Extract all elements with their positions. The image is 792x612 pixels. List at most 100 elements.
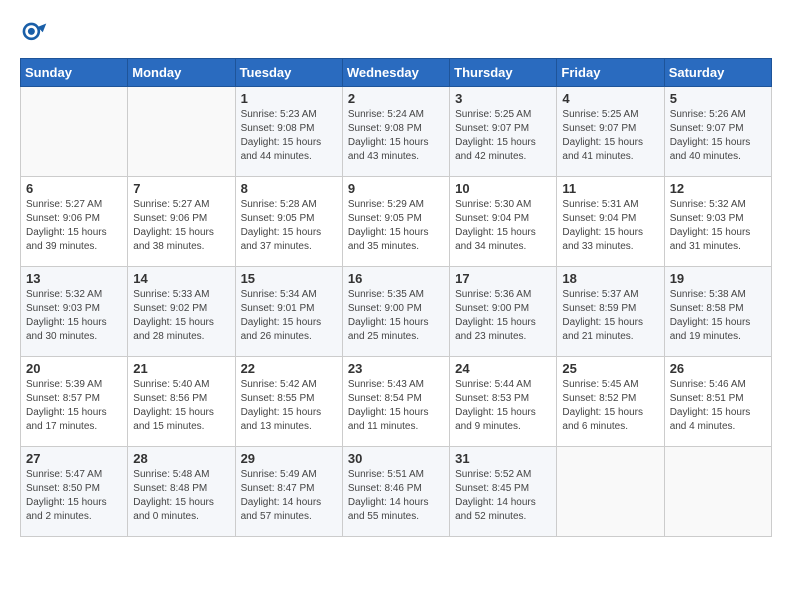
day-number: 11 <box>562 181 658 196</box>
calendar-cell: 26Sunrise: 5:46 AMSunset: 8:51 PMDayligh… <box>664 357 771 447</box>
day-number: 20 <box>26 361 122 376</box>
calendar-cell: 31Sunrise: 5:52 AMSunset: 8:45 PMDayligh… <box>450 447 557 537</box>
day-number: 13 <box>26 271 122 286</box>
day-detail: Sunrise: 5:36 AMSunset: 9:00 PMDaylight:… <box>455 288 551 344</box>
day-number: 3 <box>455 91 551 106</box>
day-detail: Sunrise: 5:25 AMSunset: 9:07 PMDaylight:… <box>455 108 551 164</box>
day-detail: Sunrise: 5:40 AMSunset: 8:56 PMDaylight:… <box>133 378 229 434</box>
calendar-cell: 30 Sunrise: 5:51 AMSunset: 8:46 PMDayligh… <box>342 447 449 537</box>
day-number: 7 <box>133 181 229 196</box>
calendar-cell: 17 Sunrise: 5:36 AMSunset: 9:00 PMDayligh… <box>450 267 557 357</box>
day-detail: Sunrise: 5:33 AMSunset: 9:02 PMDaylight:… <box>133 288 229 344</box>
day-detail: Sunrise: 5:35 AMSunset: 9:00 PMDaylight:… <box>348 288 444 344</box>
day-number: 2 <box>348 91 444 106</box>
day-detail: Sunrise: 5:31 AMSunset: 9:04 PMDaylight:… <box>562 198 658 254</box>
day-detail: Sunrise: 5:27 AMSunset: 9:06 PMDaylight:… <box>133 198 229 254</box>
calendar-cell: 20 Sunrise: 5:39 AMSunset: 8:57 PMDayligh… <box>21 357 128 447</box>
weekday-header-sunday: Sunday <box>21 59 128 87</box>
day-number: 21 <box>133 361 229 376</box>
day-number: 28 <box>133 451 229 466</box>
weekday-header-wednesday: Wednesday <box>342 59 449 87</box>
week-row-2: 6 Sunrise: 5:27 AMSunset: 9:06 PMDaylight… <box>21 177 772 267</box>
day-detail: Sunrise: 5:30 AMSunset: 9:04 PMDaylight:… <box>455 198 551 254</box>
calendar-cell: 10 Sunrise: 5:30 AMSunset: 9:04 PMDayligh… <box>450 177 557 267</box>
day-detail: Sunrise: 5:39 AMSunset: 8:57 PMDaylight:… <box>26 378 122 434</box>
calendar-cell <box>664 447 771 537</box>
weekday-header-friday: Friday <box>557 59 664 87</box>
day-number: 5 <box>670 91 766 106</box>
day-detail: Sunrise: 5:37 AMSunset: 8:59 PMDaylight:… <box>562 288 658 344</box>
day-detail: Sunrise: 5:44 AMSunset: 8:53 PMDaylight:… <box>455 378 551 434</box>
calendar-cell: 19Sunrise: 5:38 AMSunset: 8:58 PMDayligh… <box>664 267 771 357</box>
calendar-cell: 25Sunrise: 5:45 AMSunset: 8:52 PMDayligh… <box>557 357 664 447</box>
day-number: 22 <box>241 361 337 376</box>
calendar: SundayMondayTuesdayWednesdayThursdayFrid… <box>20 58 772 537</box>
calendar-cell: 11 Sunrise: 5:31 AMSunset: 9:04 PMDayligh… <box>557 177 664 267</box>
day-detail: Sunrise: 5:51 AMSunset: 8:46 PMDaylight:… <box>348 468 444 524</box>
calendar-cell: 2Sunrise: 5:24 AMSunset: 9:08 PMDaylight… <box>342 87 449 177</box>
week-row-4: 20 Sunrise: 5:39 AMSunset: 8:57 PMDayligh… <box>21 357 772 447</box>
weekday-header-monday: Monday <box>128 59 235 87</box>
calendar-cell: 12 Sunrise: 5:32 AMSunset: 9:03 PMDayligh… <box>664 177 771 267</box>
day-detail: Sunrise: 5:29 AMSunset: 9:05 PMDaylight:… <box>348 198 444 254</box>
day-number: 17 <box>455 271 551 286</box>
calendar-cell: 27 Sunrise: 5:47 AMSunset: 8:50 PMDayligh… <box>21 447 128 537</box>
day-detail: Sunrise: 5:34 AMSunset: 9:01 PMDaylight:… <box>241 288 337 344</box>
day-number: 1 <box>241 91 337 106</box>
day-number: 25 <box>562 361 658 376</box>
calendar-cell: 8 Sunrise: 5:28 AMSunset: 9:05 PMDaylight… <box>235 177 342 267</box>
calendar-cell <box>21 87 128 177</box>
calendar-cell: 7 Sunrise: 5:27 AMSunset: 9:06 PMDaylight… <box>128 177 235 267</box>
day-detail: Sunrise: 5:26 AMSunset: 9:07 PMDaylight:… <box>670 108 766 164</box>
day-number: 30 <box>348 451 444 466</box>
calendar-cell: 14Sunrise: 5:33 AMSunset: 9:02 PMDayligh… <box>128 267 235 357</box>
calendar-cell: 24 Sunrise: 5:44 AMSunset: 8:53 PMDayligh… <box>450 357 557 447</box>
calendar-cell: 16 Sunrise: 5:35 AMSunset: 9:00 PMDayligh… <box>342 267 449 357</box>
day-number: 29 <box>241 451 337 466</box>
day-detail: Sunrise: 5:49 AMSunset: 8:47 PMDaylight:… <box>241 468 337 524</box>
day-detail: Sunrise: 5:28 AMSunset: 9:05 PMDaylight:… <box>241 198 337 254</box>
calendar-cell: 29 Sunrise: 5:49 AMSunset: 8:47 PMDayligh… <box>235 447 342 537</box>
day-detail: Sunrise: 5:42 AMSunset: 8:55 PMDaylight:… <box>241 378 337 434</box>
day-number: 24 <box>455 361 551 376</box>
day-number: 12 <box>670 181 766 196</box>
calendar-cell: 18 Sunrise: 5:37 AMSunset: 8:59 PMDayligh… <box>557 267 664 357</box>
calendar-cell: 4Sunrise: 5:25 AMSunset: 9:07 PMDaylight… <box>557 87 664 177</box>
logo <box>20 20 52 48</box>
day-number: 6 <box>26 181 122 196</box>
calendar-cell: 6 Sunrise: 5:27 AMSunset: 9:06 PMDaylight… <box>21 177 128 267</box>
header <box>20 20 772 48</box>
calendar-cell: 22 Sunrise: 5:42 AMSunset: 8:55 PMDayligh… <box>235 357 342 447</box>
day-number: 10 <box>455 181 551 196</box>
day-number: 31 <box>455 451 551 466</box>
day-detail: Sunrise: 5:32 AMSunset: 9:03 PMDaylight:… <box>670 198 766 254</box>
day-detail: Sunrise: 5:27 AMSunset: 9:06 PMDaylight:… <box>26 198 122 254</box>
day-number: 27 <box>26 451 122 466</box>
day-detail: Sunrise: 5:48 AMSunset: 8:48 PMDaylight:… <box>133 468 229 524</box>
day-number: 9 <box>348 181 444 196</box>
calendar-cell: 3 Sunrise: 5:25 AMSunset: 9:07 PMDaylight… <box>450 87 557 177</box>
calendar-cell <box>557 447 664 537</box>
calendar-cell <box>128 87 235 177</box>
day-detail: Sunrise: 5:43 AMSunset: 8:54 PMDaylight:… <box>348 378 444 434</box>
weekday-header-thursday: Thursday <box>450 59 557 87</box>
calendar-cell: 15Sunrise: 5:34 AMSunset: 9:01 PMDayligh… <box>235 267 342 357</box>
day-detail: Sunrise: 5:46 AMSunset: 8:51 PMDaylight:… <box>670 378 766 434</box>
day-detail: Sunrise: 5:23 AMSunset: 9:08 PMDaylight:… <box>241 108 337 164</box>
calendar-cell: 23 Sunrise: 5:43 AMSunset: 8:54 PMDayligh… <box>342 357 449 447</box>
weekday-header-saturday: Saturday <box>664 59 771 87</box>
day-detail: Sunrise: 5:32 AMSunset: 9:03 PMDaylight:… <box>26 288 122 344</box>
calendar-cell: 21 Sunrise: 5:40 AMSunset: 8:56 PMDayligh… <box>128 357 235 447</box>
day-number: 4 <box>562 91 658 106</box>
day-number: 8 <box>241 181 337 196</box>
day-number: 18 <box>562 271 658 286</box>
week-row-1: 1 Sunrise: 5:23 AMSunset: 9:08 PMDaylight… <box>21 87 772 177</box>
calendar-cell: 13 Sunrise: 5:32 AMSunset: 9:03 PMDayligh… <box>21 267 128 357</box>
calendar-cell: 1 Sunrise: 5:23 AMSunset: 9:08 PMDaylight… <box>235 87 342 177</box>
day-number: 23 <box>348 361 444 376</box>
week-row-5: 27 Sunrise: 5:47 AMSunset: 8:50 PMDayligh… <box>21 447 772 537</box>
week-row-3: 13 Sunrise: 5:32 AMSunset: 9:03 PMDayligh… <box>21 267 772 357</box>
weekday-header-tuesday: Tuesday <box>235 59 342 87</box>
day-detail: Sunrise: 5:47 AMSunset: 8:50 PMDaylight:… <box>26 468 122 524</box>
day-number: 16 <box>348 271 444 286</box>
